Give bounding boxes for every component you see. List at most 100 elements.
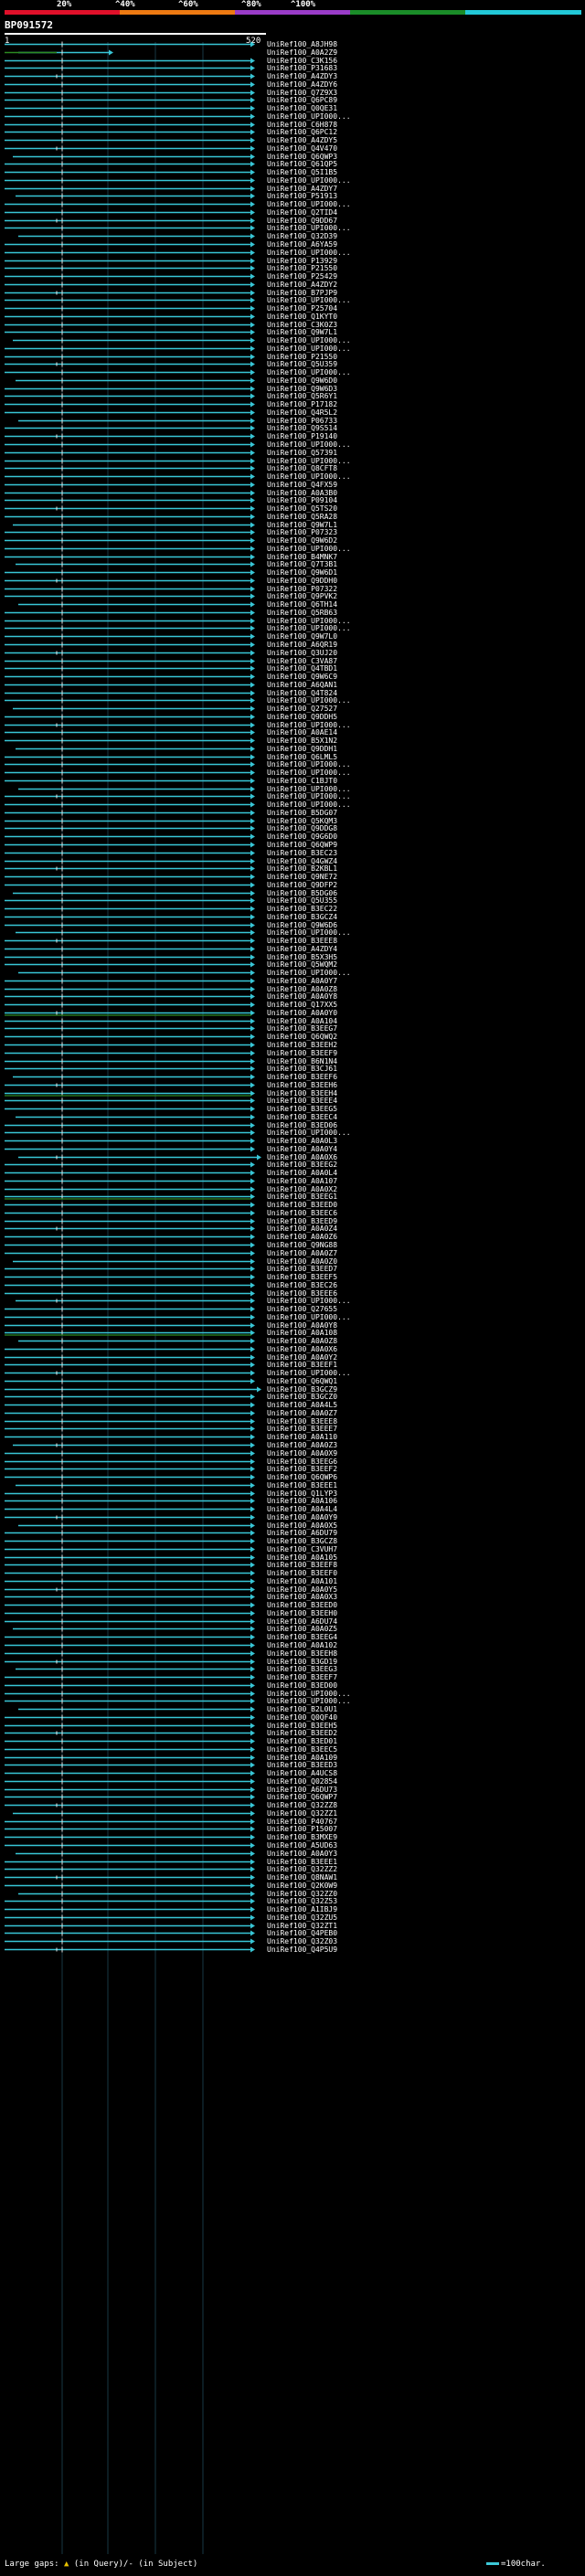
hit-label[interactable]: UniRef100_Q6QWP6 [267, 1473, 337, 1481]
hit-label[interactable]: UniRef100_B3EC22 [267, 905, 337, 913]
hit-label[interactable]: UniRef100_UPI000... [267, 176, 351, 185]
hit-label[interactable]: UniRef100_A0A0Y9 [267, 1513, 337, 1521]
hit-label[interactable]: UniRef100_UPI000... [267, 624, 351, 632]
hit-label[interactable]: UniRef100_B3EEF1 [267, 1361, 337, 1369]
hit-label[interactable]: UniRef100_C1BJT0 [267, 777, 337, 785]
hit-label[interactable]: UniRef100_P31683 [267, 64, 337, 72]
hit-label[interactable]: UniRef100_Q6PC89 [267, 96, 337, 104]
hit-label[interactable]: UniRef100_A0A0Z5 [267, 1625, 337, 1633]
hit-label[interactable]: UniRef100_Q57391 [267, 449, 337, 457]
hit-label[interactable]: UniRef100_A0A0Y4 [267, 1145, 337, 1153]
hit-label[interactable]: UniRef100_UPI000... [267, 296, 351, 304]
hit-label[interactable]: UniRef100_A0A0X9 [267, 1449, 337, 1458]
hit-label[interactable]: UniRef100_A0A0L3 [267, 1137, 337, 1145]
hit-label[interactable]: UniRef100_A6YA59 [267, 240, 337, 249]
hit-label[interactable]: UniRef100_B3EEF6 [267, 1073, 337, 1081]
hit-label[interactable]: UniRef100_B3EEG4 [267, 1633, 337, 1641]
hit-label[interactable]: UniRef100_Q4P5U9 [267, 1945, 337, 1954]
hit-label[interactable]: UniRef100_Q2K0W9 [267, 1882, 337, 1890]
hit-label[interactable]: UniRef100_Q5RA28 [267, 513, 337, 521]
hit-label[interactable]: UniRef100_Q4TBD1 [267, 664, 337, 673]
hit-label[interactable]: UniRef100_A6DU79 [267, 1529, 337, 1537]
hit-label[interactable]: UniRef100_B3GCZ8 [267, 1537, 337, 1545]
hit-label[interactable]: UniRef100_Q4V470 [267, 144, 337, 153]
hit-label[interactable]: UniRef100_Q9NE72 [267, 873, 337, 881]
hit-label[interactable]: UniRef100_A0A0Y3 [267, 1850, 337, 1858]
hit-label[interactable]: UniRef100_B3EEH8 [267, 1649, 337, 1658]
hit-label[interactable]: UniRef100_UPI000... [267, 1313, 351, 1321]
hit-label[interactable]: UniRef100_B3EC23 [267, 849, 337, 857]
hit-label[interactable]: UniRef100_A0A0Y0 [267, 1009, 337, 1017]
hit-label[interactable]: UniRef100_Q8CFT8 [267, 464, 337, 472]
hit-label[interactable]: UniRef100_Q02854 [267, 1777, 337, 1786]
hit-label[interactable]: UniRef100_Q9DDG8 [267, 824, 337, 832]
hit-label[interactable]: UniRef100_Q27527 [267, 705, 337, 713]
hit-label[interactable]: UniRef100_B3EED3 [267, 1761, 337, 1769]
hit-label[interactable]: UniRef100_Q8NAW1 [267, 1873, 337, 1882]
hit-label[interactable]: UniRef100_P25704 [267, 304, 337, 313]
hit-label[interactable]: UniRef100_B3EEF2 [267, 1465, 337, 1473]
hit-label[interactable]: UniRef100_Q5U359 [267, 360, 337, 368]
hit-label[interactable]: UniRef100_UPI000... [267, 1129, 351, 1137]
hit-label[interactable]: UniRef100_P09104 [267, 496, 337, 504]
hit-label[interactable]: UniRef100_A0A4L5 [267, 1401, 337, 1409]
hit-label[interactable]: UniRef100_UPI000... [267, 545, 351, 553]
hit-label[interactable]: UniRef100_Q5TS20 [267, 504, 337, 513]
hit-label[interactable]: UniRef100_UPI000... [267, 1697, 351, 1705]
hit-label[interactable]: UniRef100_P51913 [267, 192, 337, 200]
hit-label[interactable]: UniRef100_Q9W7L0 [267, 632, 337, 641]
hit-label[interactable]: UniRef100_Q32Z03 [267, 1937, 337, 1945]
hit-label[interactable]: UniRef100_Q2TID4 [267, 208, 337, 217]
hit-label[interactable]: UniRef100_UPI000... [267, 440, 351, 449]
hit-label[interactable]: UniRef100_A0A0Z6 [267, 1233, 337, 1241]
hit-label[interactable]: UniRef100_UPI000... [267, 800, 351, 809]
hit-label[interactable]: UniRef100_Q4FX59 [267, 481, 337, 489]
hit-label[interactable]: UniRef100_Q6PC12 [267, 128, 337, 136]
hit-label[interactable]: UniRef100_Q9DFP2 [267, 881, 337, 889]
hit-label[interactable]: UniRef100_Q9PVK2 [267, 592, 337, 600]
hit-label[interactable]: UniRef100_Q5R6Y1 [267, 392, 337, 400]
hit-label[interactable]: UniRef100_B3EEC6 [267, 1209, 337, 1217]
hit-label[interactable]: UniRef100_Q32Z53 [267, 1897, 337, 1905]
hit-label[interactable]: UniRef100_A4ZDY5 [267, 136, 337, 144]
hit-label[interactable]: UniRef100_UPI000... [267, 696, 351, 705]
hit-label[interactable]: UniRef100_B3EED2 [267, 1729, 337, 1737]
hit-label[interactable]: UniRef100_B3EEE4 [267, 1097, 337, 1105]
hit-label[interactable]: UniRef100_Q5U355 [267, 896, 337, 905]
hit-label[interactable]: UniRef100_Q6TH14 [267, 600, 337, 609]
hit-label[interactable]: UniRef100_A0AE14 [267, 728, 337, 737]
hit-label[interactable]: UniRef100_A1IBJ9 [267, 1905, 337, 1913]
hit-label[interactable]: UniRef100_B3EEE8 [267, 937, 337, 945]
hit-label[interactable]: UniRef100_B3EEG7 [267, 1024, 337, 1033]
hit-label[interactable]: UniRef100_Q9DDH5 [267, 713, 337, 721]
hit-label[interactable]: UniRef100_Q9W6D1 [267, 568, 337, 577]
hit-label[interactable]: UniRef100_P25429 [267, 272, 337, 281]
hit-label[interactable]: UniRef100_A0A0Z8 [267, 1337, 337, 1345]
hit-label[interactable]: UniRef100_UPI000... [267, 112, 351, 121]
hit-label[interactable]: UniRef100_A0A2Z9 [267, 48, 337, 57]
hit-label[interactable]: UniRef100_Q5I1B5 [267, 168, 337, 176]
hit-label[interactable]: UniRef100_A0A0Z3 [267, 1441, 337, 1449]
hit-label[interactable]: UniRef100_B3EEH2 [267, 1041, 337, 1049]
hit-label[interactable]: UniRef100_Q6QWP7 [267, 1793, 337, 1801]
hit-label[interactable]: UniRef100_Q6QWP9 [267, 841, 337, 849]
hit-label[interactable]: UniRef100_B3EC26 [267, 1281, 337, 1289]
hit-label[interactable]: UniRef100_B5DG07 [267, 809, 337, 817]
hit-label[interactable]: UniRef100_A0A4L4 [267, 1505, 337, 1513]
hit-label[interactable]: UniRef100_A6QR19 [267, 641, 337, 649]
hit-label[interactable]: UniRef100_Q7T3B1 [267, 560, 337, 568]
hit-label[interactable]: UniRef100_B3EEE7 [267, 1425, 337, 1433]
hit-label[interactable]: UniRef100_B3EEC4 [267, 1113, 337, 1121]
hit-label[interactable]: UniRef100_A0A102 [267, 1641, 337, 1649]
hit-label[interactable]: UniRef100_Q32ZZ1 [267, 1809, 337, 1818]
hit-label[interactable]: UniRef100_Q17XX5 [267, 1001, 337, 1009]
hit-label[interactable]: UniRef100_Q61QP5 [267, 160, 337, 168]
hit-label[interactable]: UniRef100_A4ZDY4 [267, 945, 337, 953]
hit-label[interactable]: UniRef100_Q5WQM2 [267, 960, 337, 969]
hit-label[interactable]: UniRef100_B3EEF0 [267, 1569, 337, 1577]
hit-label[interactable]: UniRef100_A0A0Z7 [267, 1409, 337, 1417]
hit-label[interactable]: UniRef100_A4ZDY3 [267, 72, 337, 80]
hit-label[interactable]: UniRef100_Q6QWQ1 [267, 1377, 337, 1385]
hit-label[interactable]: UniRef100_A0A0X6 [267, 1345, 337, 1353]
hit-label[interactable]: UniRef100_A8JH98 [267, 40, 337, 48]
